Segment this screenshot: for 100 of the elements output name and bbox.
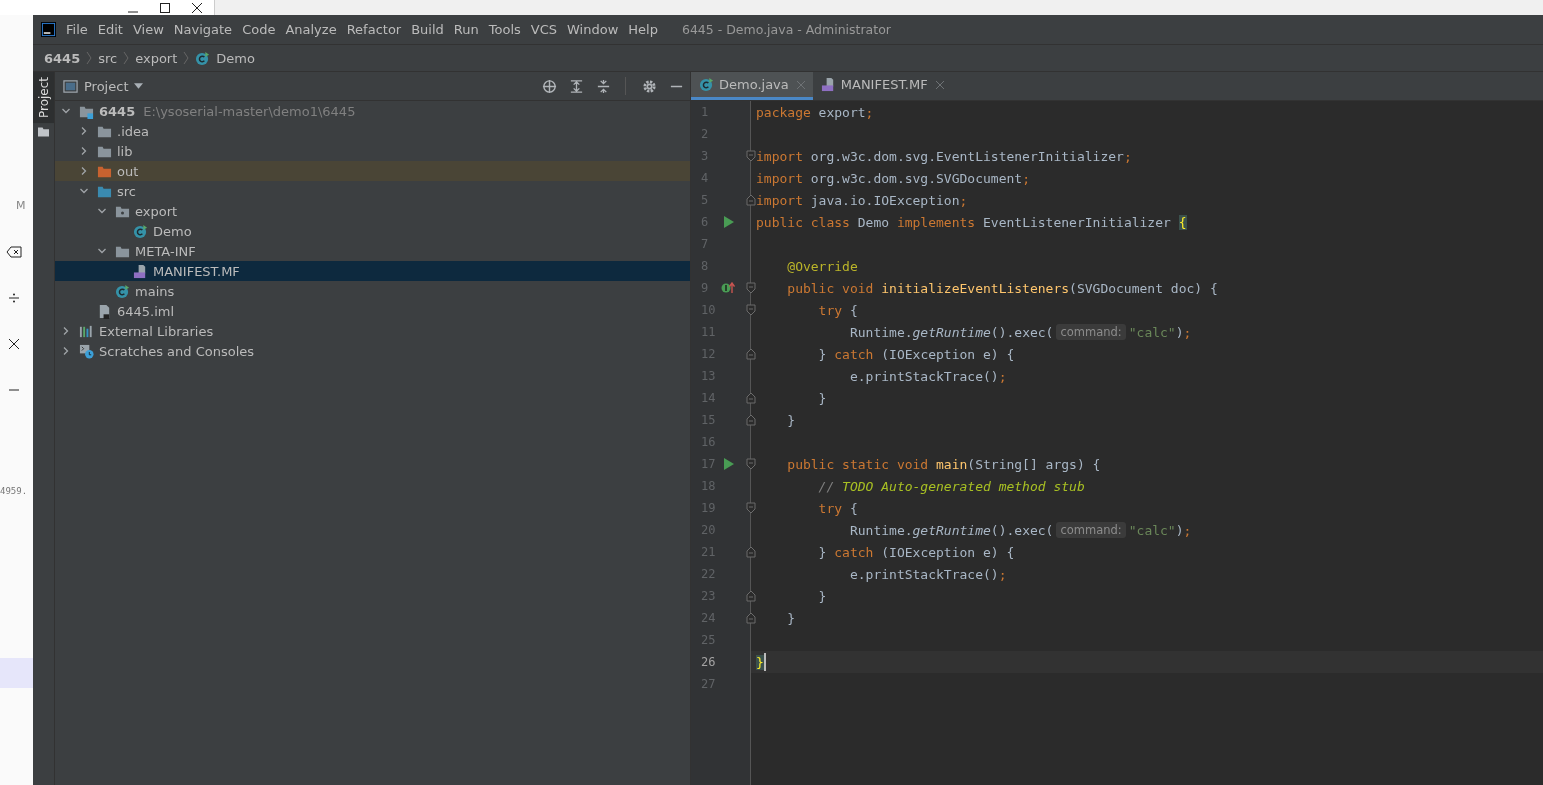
libraries-icon (79, 323, 94, 339)
menu-item[interactable]: Build (411, 22, 444, 37)
tree-row[interactable]: Scratches and Consoles (55, 341, 690, 361)
tree-row[interactable]: lib (55, 141, 690, 161)
code-text: } (786, 412, 796, 428)
tab-label[interactable]: Demo.java (719, 77, 789, 92)
separator-icon (183, 51, 190, 65)
code-text: import java.io.IOException; (756, 192, 968, 208)
chevron-down-icon[interactable] (79, 186, 89, 196)
tree-row[interactable]: export (55, 201, 690, 221)
folder-icon[interactable] (38, 127, 49, 138)
code-text: Runtime.getRuntime().exec( (848, 324, 1054, 340)
editor-tab[interactable]: MANIFEST.MF (812, 72, 952, 100)
module-file-icon (97, 303, 112, 319)
code-text: "calc"); (1128, 522, 1192, 538)
memory-label[interactable]: M (16, 199, 26, 212)
tree-row[interactable]: External Libraries (55, 321, 690, 341)
fold-icon[interactable] (746, 392, 756, 404)
settings-icon[interactable] (642, 78, 657, 94)
menu-item[interactable]: Navigate (173, 22, 233, 37)
parameter-hint: command: (1056, 522, 1126, 538)
collapse-all-icon[interactable] (596, 78, 611, 94)
tree-row[interactable]: 6445.iml (55, 301, 690, 321)
code-text: public static void main(String[] args) { (786, 456, 1101, 472)
code-text: public void initializeEventListeners(SVGDocument doc) { (786, 280, 1218, 296)
tree-row[interactable]: mains (55, 281, 690, 301)
run-icon[interactable] (724, 216, 734, 228)
code-text: } (786, 610, 796, 626)
class-icon (195, 50, 211, 66)
fold-icon[interactable] (746, 612, 756, 624)
maximize-icon[interactable] (160, 2, 170, 13)
code-text: } (756, 654, 764, 670)
code-text: // TODO Auto-generated method stub (817, 478, 1085, 494)
fold-icon[interactable] (746, 304, 756, 316)
menu-item[interactable]: View (132, 22, 164, 37)
code-text: @Override (786, 258, 858, 274)
tree-row[interactable]: out (55, 161, 690, 181)
fold-icon[interactable] (746, 282, 756, 294)
chevron-right-icon[interactable] (61, 346, 71, 356)
tab-label[interactable]: MANIFEST.MF (840, 77, 928, 92)
panel-title[interactable]: Project (84, 78, 129, 94)
fold-icon[interactable] (746, 150, 756, 162)
chevron-right-icon[interactable] (61, 326, 71, 336)
tree-row[interactable]: 6445 E:\ysoserial-master\demo1\6445 (55, 101, 690, 121)
chevron-right-icon[interactable] (79, 146, 89, 156)
fold-icon[interactable] (746, 546, 756, 558)
class-icon (133, 223, 148, 239)
breadcrumb-item[interactable]: src (98, 50, 118, 66)
code-text: import org.w3c.dom.svg.EventListenerInitializer; (756, 148, 1132, 164)
chevron-down-icon[interactable] (97, 246, 107, 256)
tool-window-tab[interactable]: Project (33, 72, 54, 124)
class-icon (699, 77, 714, 92)
line-number: 26 (700, 655, 717, 669)
menu-item[interactable]: File (66, 22, 88, 37)
fold-icon[interactable] (746, 458, 756, 470)
chevron-right-icon[interactable] (79, 126, 89, 136)
chevron-down-icon[interactable] (97, 206, 107, 216)
window-title: 6445 - Demo.java - Administrator (681, 22, 891, 37)
menu-item[interactable]: Run (453, 22, 479, 37)
menu-item[interactable]: Analyze (285, 22, 337, 37)
run-icon[interactable] (724, 458, 734, 470)
fold-icon[interactable] (746, 502, 756, 514)
fold-icon[interactable] (746, 590, 756, 602)
history-text: 4959. (0, 486, 28, 496)
locate-icon[interactable] (542, 78, 557, 94)
menu-item[interactable]: Code (242, 22, 276, 37)
chevron-down-icon[interactable] (61, 106, 71, 116)
dropdown-arrow-icon[interactable] (134, 83, 144, 89)
tree-row[interactable]: META-INF (55, 241, 690, 261)
app-logo-icon (41, 22, 56, 37)
breadcrumb-item[interactable]: export (135, 50, 178, 66)
tree-row[interactable]: src (55, 181, 690, 201)
close-icon[interactable] (192, 2, 202, 13)
override-icon[interactable] (721, 282, 735, 294)
code-text: try { (817, 500, 858, 516)
menu-item[interactable]: Edit (97, 22, 123, 37)
fold-icon[interactable] (746, 194, 756, 206)
code-text: Runtime.getRuntime().exec( (848, 522, 1054, 538)
menu-item[interactable]: Tools (488, 22, 521, 37)
code-text: } (817, 390, 827, 406)
fold-icon[interactable] (746, 348, 756, 360)
code-text: import org.w3c.dom.svg.SVGDocument; (756, 170, 1030, 186)
menu-item[interactable]: Window (567, 22, 619, 37)
fold-icon[interactable] (746, 414, 756, 426)
breadcrumb-item[interactable]: 6445 (44, 50, 81, 66)
backspace-icon[interactable] (6, 246, 22, 258)
editor-tab[interactable]: Demo.java (691, 72, 813, 100)
code-text: } catch (IOException e) { (817, 346, 1015, 362)
menu-item[interactable]: VCS (530, 22, 558, 37)
tree-row[interactable]: MANIFEST.MF (55, 261, 690, 281)
menu-item[interactable]: Help (628, 22, 658, 37)
divide-icon[interactable] (6, 292, 22, 304)
chevron-right-icon[interactable] (79, 166, 89, 176)
menu-item[interactable]: Refactor (346, 22, 402, 37)
expand-all-icon[interactable] (569, 78, 584, 94)
breadcrumb-item[interactable]: Demo (216, 50, 255, 66)
multiply-icon[interactable] (6, 338, 22, 350)
code-text: public class Demo implements EventListenerInitializer { (756, 214, 1187, 230)
tree-row[interactable]: Demo (55, 221, 690, 241)
tree-row[interactable]: .idea (55, 121, 690, 141)
